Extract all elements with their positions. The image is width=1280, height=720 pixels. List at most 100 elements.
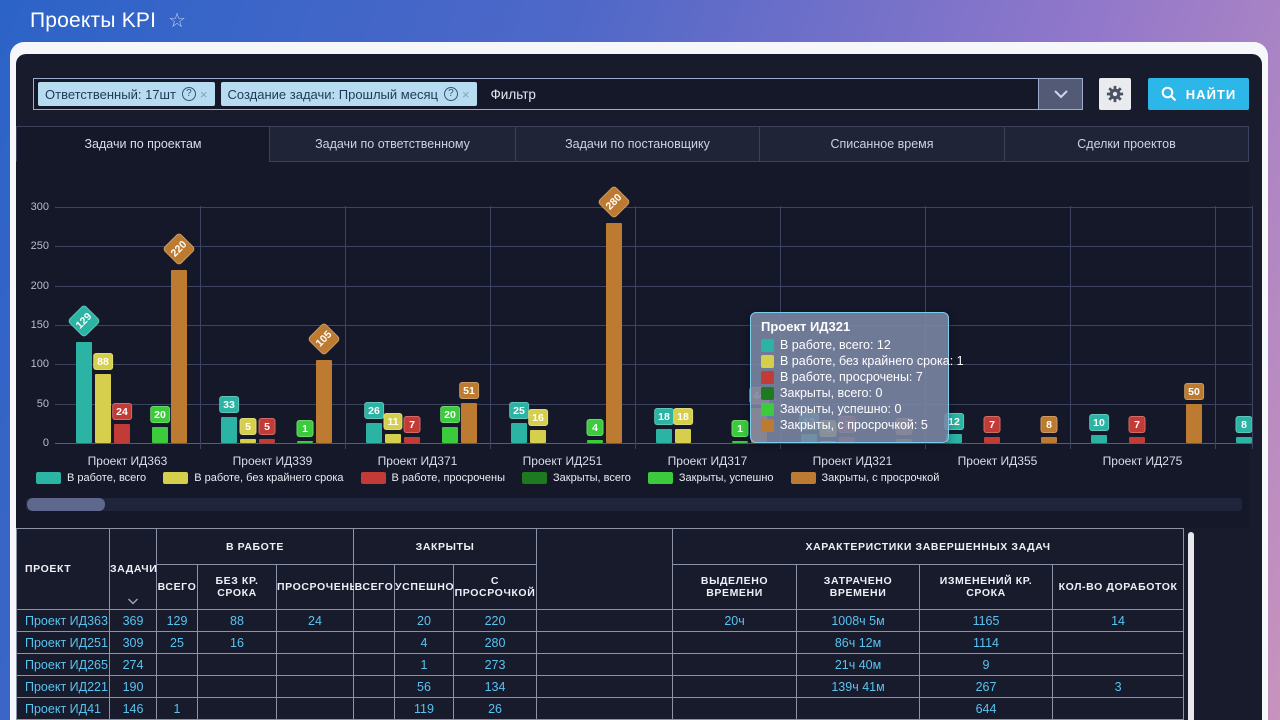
bar-value-badge: 16 <box>528 409 548 426</box>
chart-bar[interactable] <box>171 270 187 443</box>
chart-bar[interactable] <box>675 429 691 443</box>
v-scrollbar[interactable] <box>1188 532 1194 720</box>
chart-bar[interactable] <box>366 423 382 443</box>
filter-input[interactable]: Ответственный: 17шт ? × Создание задачи:… <box>33 78 1083 110</box>
col-header-tasks[interactable]: ЗАДАЧИ <box>110 529 157 610</box>
tooltip-item: Закрыты, с просрочкой: 5 <box>761 419 938 432</box>
bar-value-badge: 25 <box>509 402 529 419</box>
tooltip-item-text: Закрыты, успешно: 0 <box>780 403 901 416</box>
chart-bar[interactable] <box>732 441 748 443</box>
col-header-success[interactable]: УСПЕШНО <box>395 565 454 610</box>
bar-value-badge: 8 <box>1041 416 1058 433</box>
value-cell: 220 <box>454 610 537 632</box>
value-cell <box>157 676 198 698</box>
col-header-time-spent[interactable]: ЗАТРАЧЕНО ВРЕМЕНИ <box>797 565 920 610</box>
tooltip-title: Проект ИД321 <box>761 319 938 334</box>
filter-chip-label: Ответственный: 17шт <box>45 87 176 102</box>
legend-item[interactable]: В работе, просрочены <box>361 472 505 484</box>
h-scrollbar-thumb[interactable] <box>27 498 105 511</box>
col-header-work-total[interactable]: ВСЕГО <box>157 565 198 610</box>
legend-item[interactable]: Закрыты, всего <box>522 472 631 484</box>
value-cell: 119 <box>395 698 454 720</box>
project-link-cell[interactable]: Проект ИД221 <box>17 676 110 698</box>
chart-bar[interactable] <box>385 434 401 443</box>
favorite-star-icon[interactable]: ☆ <box>168 11 186 31</box>
project-link-cell[interactable]: Проект ИД363 <box>17 610 110 632</box>
chart-bar[interactable] <box>76 342 92 443</box>
search-button-label: НАЙТИ <box>1186 87 1236 102</box>
chart-bar[interactable] <box>587 440 603 443</box>
chart-bar[interactable] <box>606 223 622 443</box>
project-link-cell[interactable]: Проект ИД41 <box>17 698 110 720</box>
chart-bar[interactable] <box>1129 437 1145 443</box>
col-header-rework-count[interactable]: КОЛ-ВО ДОРАБОТОК <box>1053 565 1184 610</box>
chart-bar[interactable] <box>316 360 332 443</box>
chart-bar[interactable] <box>656 429 672 443</box>
chart-bar[interactable] <box>221 417 237 443</box>
col-header-closed-total[interactable]: ВСЕГО <box>354 565 395 610</box>
chart-bar[interactable] <box>511 423 527 443</box>
col-header-no-deadline[interactable]: БЕЗ КР. СРОКА <box>198 565 277 610</box>
col-header-time-allocated[interactable]: ВЫДЕЛЕНО ВРЕМЕНИ <box>673 565 797 610</box>
value-cell: 134 <box>454 676 537 698</box>
chart-bar[interactable] <box>152 427 168 443</box>
tab-project-deals[interactable]: Сделки проектов <box>1004 126 1249 162</box>
chart-bar[interactable] <box>530 430 546 443</box>
chart-bar[interactable] <box>404 437 420 443</box>
chevron-down-icon <box>1054 90 1068 99</box>
project-link-cell[interactable]: Проект ИД265 <box>17 654 110 676</box>
tab-tasks-by-responsible[interactable]: Задачи по ответственному <box>269 126 516 162</box>
value-cell <box>673 676 797 698</box>
tab-tasks-by-project[interactable]: Задачи по проектам <box>16 126 270 162</box>
help-circle-icon[interactable]: ? <box>182 87 196 101</box>
tab-logged-time[interactable]: Списанное время <box>759 126 1005 162</box>
col-header-with-delay[interactable]: С ПРОСРОЧКОЙ <box>454 565 537 610</box>
value-cell <box>354 698 395 720</box>
y-axis-tick: 50 <box>16 398 49 410</box>
chart-bar[interactable] <box>259 439 275 443</box>
h-scrollbar[interactable] <box>26 498 1242 511</box>
chart-bar[interactable] <box>461 403 477 443</box>
filter-dropdown-button[interactable] <box>1038 79 1082 109</box>
filter-chip-responsible[interactable]: Ответственный: 17шт ? × <box>38 82 215 106</box>
chart-bar[interactable] <box>1236 437 1252 443</box>
value-cell: 21ч 40м <box>797 654 920 676</box>
search-button[interactable]: НАЙТИ <box>1148 78 1249 110</box>
bar-value-badge: 18 <box>673 408 693 425</box>
tooltip-item: В работе, без крайнего срока: 1 <box>761 355 938 368</box>
x-axis-label: Проект ИД317 <box>635 454 780 468</box>
chart-bar[interactable] <box>1041 437 1057 443</box>
col-header-overdue[interactable]: ПРОСРОЧЕНЫ <box>277 565 354 610</box>
help-circle-icon[interactable]: ? <box>444 87 458 101</box>
group-separator <box>200 206 201 449</box>
gridline <box>55 207 1252 208</box>
chart-bar[interactable] <box>297 441 313 443</box>
chart-bar[interactable] <box>1091 435 1107 443</box>
legend-item[interactable]: Закрыты, с просрочкой <box>791 472 940 484</box>
project-link-cell[interactable]: Проект ИД251 <box>17 632 110 654</box>
chart-bar[interactable] <box>240 439 256 443</box>
col-header-deadline-changes[interactable]: ИЗМЕНЕНИЙ КР. СРОКА <box>920 565 1053 610</box>
value-cell: 146 <box>110 698 157 720</box>
content-panel: Ответственный: 17шт ? × Создание задачи:… <box>10 42 1268 720</box>
chart-bar[interactable] <box>114 424 130 443</box>
settings-button[interactable] <box>1099 78 1131 110</box>
close-icon[interactable]: × <box>200 87 208 102</box>
legend-item[interactable]: В работе, всего <box>36 472 146 484</box>
table-row: Проект ИД2513092516428086ч 12м1114 <box>17 632 1184 654</box>
chart-bar[interactable] <box>95 374 111 443</box>
chart-bar[interactable] <box>442 427 458 443</box>
filter-chip-task-created[interactable]: Создание задачи: Прошлый месяц ? × <box>221 82 477 106</box>
col-header-project[interactable]: ПРОЕКТ <box>17 529 110 610</box>
bar-value-badge: 7 <box>984 416 1001 433</box>
tab-tasks-by-creator[interactable]: Задачи по постановщику <box>515 126 760 162</box>
legend-label: В работе, всего <box>67 472 146 484</box>
legend-item[interactable]: Закрыты, успешно <box>648 472 774 484</box>
chart-bar[interactable] <box>1186 404 1202 443</box>
value-cell: 86ч 12м <box>797 632 920 654</box>
legend-item[interactable]: В работе, без крайнего срока <box>163 472 343 484</box>
bar-value-badge: 1 <box>297 420 314 437</box>
page-title: Проекты KPI <box>30 9 156 33</box>
close-icon[interactable]: × <box>462 87 470 102</box>
chart-bar[interactable] <box>984 437 1000 443</box>
